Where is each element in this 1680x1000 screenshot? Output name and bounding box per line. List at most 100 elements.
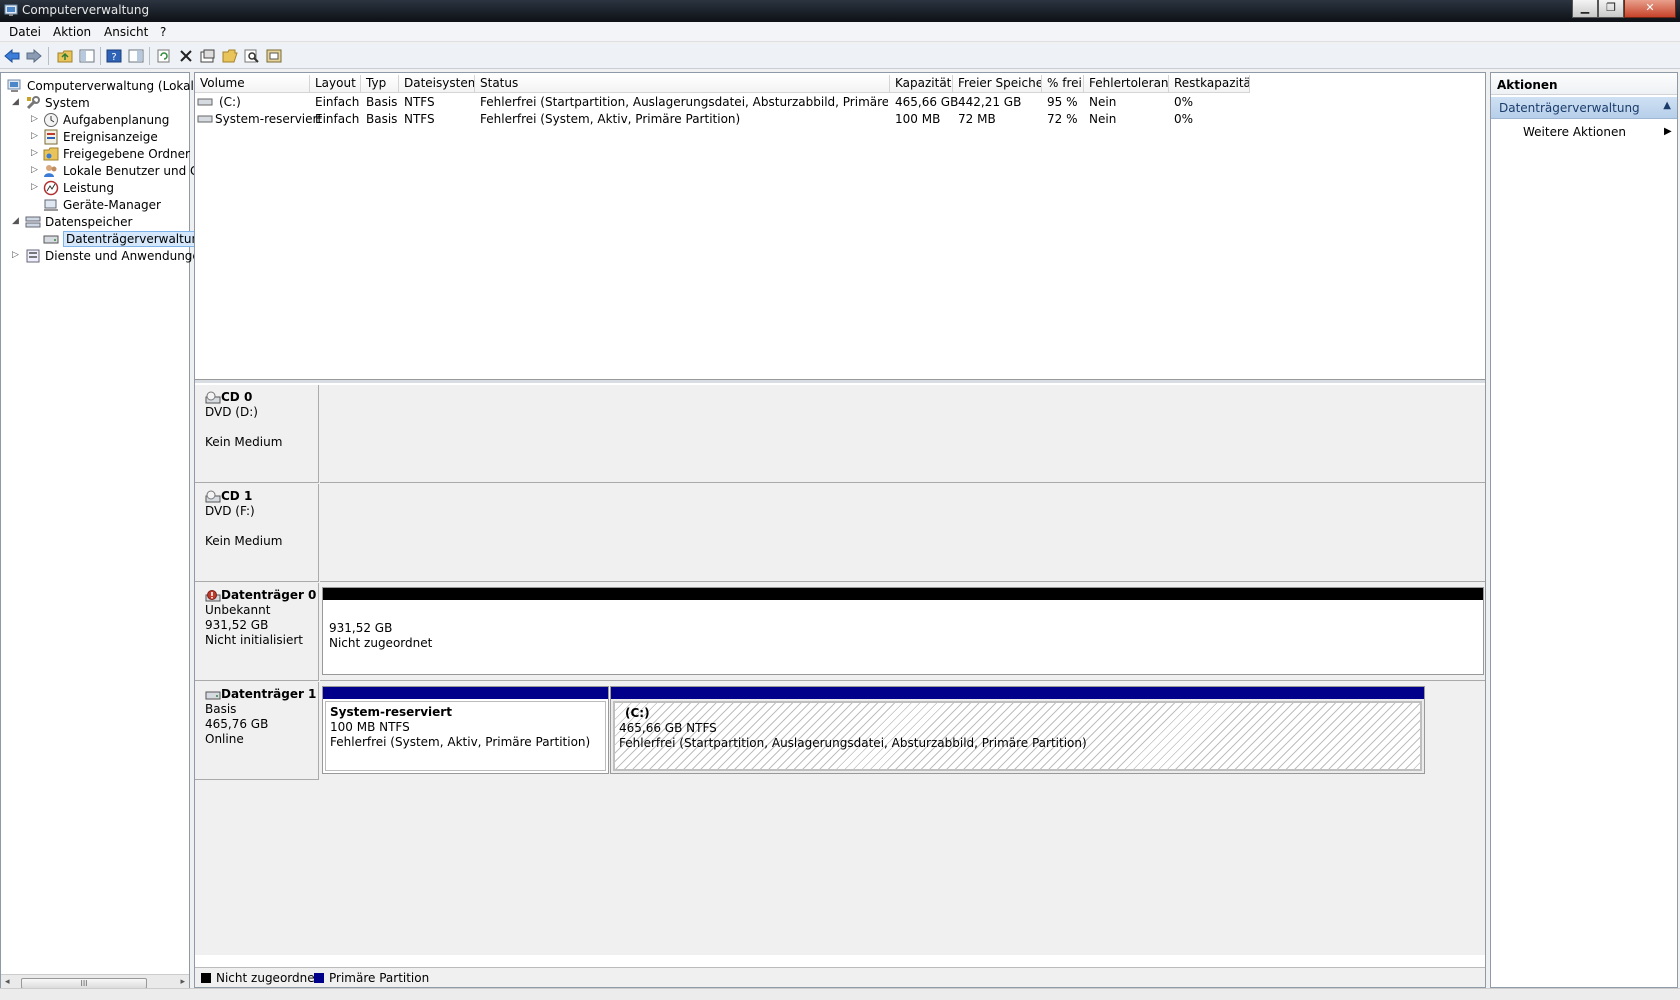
partition-size: 931,52 GB (329, 621, 393, 635)
cell-freier-speicher: 442,21 GB (958, 95, 1022, 109)
disk-label-disk1[interactable]: Datenträger 1 Basis 465,76 GB Online (195, 682, 319, 780)
tree-item-datenspeicher[interactable]: Datenspeicher (25, 213, 132, 231)
tree-item-leistung[interactable]: Leistung (43, 179, 114, 197)
column-header-volume[interactable]: Volume (195, 75, 310, 93)
menu-bar: Datei Aktion Ansicht ? (0, 22, 1680, 42)
partition-size: 465,66 GB NTFS (619, 721, 717, 735)
actions-section-datentraegerverwaltung[interactable]: Datenträgerverwaltung ▲ (1491, 97, 1677, 119)
disk-name: Datenträger 0 (221, 588, 317, 602)
tree-label: Ereignisanzeige (63, 130, 158, 144)
column-header-dateisystem[interactable]: Dateisystem (399, 75, 475, 93)
legend-bar: Nicht zugeordnet Primäre Partition (195, 967, 1485, 987)
collapse-up-icon[interactable]: ▲ (1663, 100, 1671, 111)
close-button[interactable]: ✕ (1624, 0, 1676, 18)
tree-label: Geräte-Manager (63, 198, 161, 212)
column-header-kapazitaet[interactable]: Kapazität (890, 75, 953, 93)
properties-icon[interactable] (199, 47, 217, 65)
tree-label: Aufgabenplanung (63, 113, 170, 127)
settings-icon[interactable] (265, 47, 283, 65)
tree-label: Freigegebene Ordner (63, 147, 190, 161)
menu-ansicht[interactable]: Ansicht (104, 25, 148, 39)
tree-item-freigegebene-ordner[interactable]: Freigegebene Ordner (43, 145, 190, 163)
column-header-freier-speicher[interactable]: Freier Speicher (953, 75, 1042, 93)
event-viewer-icon (44, 129, 58, 145)
submenu-arrow-icon: ▶ (1664, 126, 1672, 137)
expand-arrow-icon[interactable]: ▷ (31, 182, 38, 192)
menu-datei[interactable]: Datei (9, 25, 41, 39)
unallocated-color-bar (323, 588, 1483, 600)
task-scheduler-icon (44, 113, 58, 127)
delete-icon[interactable] (177, 47, 195, 65)
table-row[interactable]: (C:) Einfach Basis NTFS Fehlerfrei (Star… (195, 94, 1485, 111)
tree-label: Leistung (63, 181, 114, 195)
partition-c[interactable]: (C:) 465,66 GB NTFS Fehlerfrei (Startpar… (610, 686, 1425, 774)
minimize-button[interactable]: ▁ (1572, 0, 1598, 18)
disk-status: Kein Medium (205, 435, 283, 449)
partition-unallocated[interactable]: 931,52 GB Nicht zugeordnet (322, 587, 1484, 675)
column-header-typ[interactable]: Typ (361, 75, 399, 93)
disk-status: Kein Medium (205, 534, 283, 548)
cell-kapazitaet: 465,66 GB (895, 95, 959, 109)
legend-label-primary: Primäre Partition (329, 971, 430, 985)
partition-system-reserved[interactable]: System-reserviert 100 MB NTFS Fehlerfrei… (322, 686, 609, 774)
column-header-restkapazitaet[interactable]: Restkapazität (1169, 75, 1250, 93)
disk-label-cd1[interactable]: CD 1 DVD (F:) Kein Medium (195, 484, 319, 582)
expand-arrow-icon[interactable]: ▷ (31, 165, 38, 175)
collapse-arrow-icon[interactable]: ◢ (12, 97, 19, 107)
disk-label-disk0[interactable]: Datenträger 0 Unbekannt 931,52 GB Nicht … (195, 583, 319, 681)
weitere-aktionen-item[interactable]: Weitere Aktionen (1523, 125, 1626, 139)
table-row[interactable]: System-reserviert Einfach Basis NTFS Feh… (195, 111, 1485, 128)
column-header-fehlertoleranz[interactable]: Fehlertoleranz (1084, 75, 1169, 93)
disk-name: CD 1 (221, 489, 253, 503)
help-icon[interactable]: ? (105, 47, 123, 65)
svg-text:?: ? (111, 52, 116, 63)
restore-button[interactable]: ❐ (1598, 0, 1624, 18)
show-hide-tree-icon[interactable] (78, 47, 96, 65)
show-hide-action-pane-icon[interactable] (127, 47, 145, 65)
disk-label-cd0[interactable]: CD 0 DVD (D:) Kein Medium (195, 385, 319, 483)
cell-freier-speicher: 72 MB (958, 112, 996, 126)
main-content: Volume Layout Typ Dateisystem Status Kap… (194, 72, 1486, 988)
scroll-right-icon[interactable]: ▸ (180, 977, 185, 987)
expand-arrow-icon[interactable]: ▷ (31, 114, 38, 124)
collapse-arrow-icon[interactable]: ◢ (12, 216, 19, 226)
expand-arrow-icon[interactable]: ▷ (31, 148, 38, 158)
action-label: Weitere Aktionen (1523, 125, 1626, 139)
column-header-layout[interactable]: Layout (310, 75, 361, 93)
search-icon[interactable] (243, 47, 261, 65)
open-folder-icon[interactable] (221, 47, 239, 65)
scroll-left-icon[interactable]: ◂ (5, 977, 10, 987)
tree-item-datentraegerverwaltung[interactable]: Datenträgerverwaltung (43, 230, 210, 248)
column-header-status[interactable]: Status (475, 75, 890, 93)
column-header-prozent-frei[interactable]: % frei (1042, 75, 1084, 93)
back-icon[interactable] (3, 47, 21, 65)
expand-arrow-icon[interactable]: ▷ (31, 131, 38, 141)
disk-error-icon (205, 589, 221, 601)
tree-item-ereignisanzeige[interactable]: Ereignisanzeige (43, 128, 158, 146)
pane-splitter[interactable] (195, 379, 1485, 383)
tree-item-computerverwaltung[interactable]: Computerverwaltung (Lokal) (7, 77, 199, 95)
tree-item-lokale-benutzer[interactable]: Lokale Benutzer und Gr (43, 162, 204, 180)
menu-help[interactable]: ? (160, 25, 166, 39)
computer-management-icon (7, 79, 21, 92)
system-tools-icon (26, 96, 40, 110)
tree-item-aufgabenplanung[interactable]: Aufgabenplanung (43, 111, 169, 129)
disk-space-disk1: System-reserviert 100 MB NTFS Fehlerfrei… (320, 682, 1485, 780)
disk-graphical-view: CD 0 DVD (D:) Kein Medium CD 1 DVD (F:) … (195, 385, 1485, 955)
refresh-icon[interactable] (155, 47, 173, 65)
menu-aktion[interactable]: Aktion (53, 25, 91, 39)
tree-item-geraete-manager[interactable]: Geräte-Manager (43, 196, 161, 214)
tree-item-system[interactable]: System (25, 94, 90, 112)
cell-volume: System-reserviert (215, 112, 323, 126)
shared-folders-icon (43, 147, 59, 161)
volume-table-header: Volume Layout Typ Dateisystem Status Kap… (195, 75, 1485, 93)
tree-item-dienste-und-anwendungen[interactable]: Dienste und Anwendungen (25, 247, 207, 265)
expand-arrow-icon[interactable]: ▷ (12, 250, 19, 260)
forward-icon[interactable] (25, 47, 43, 65)
console-tree: Computerverwaltung (Lokal) ◢ System ▷ Au… (0, 72, 210, 992)
tree-label: Dienste und Anwendungen (45, 249, 208, 263)
up-folder-icon[interactable] (56, 47, 74, 65)
disk-management-icon (43, 235, 59, 244)
partition-status: Fehlerfrei (System, Aktiv, Primäre Parti… (330, 735, 591, 749)
disk-name: CD 0 (221, 390, 253, 404)
